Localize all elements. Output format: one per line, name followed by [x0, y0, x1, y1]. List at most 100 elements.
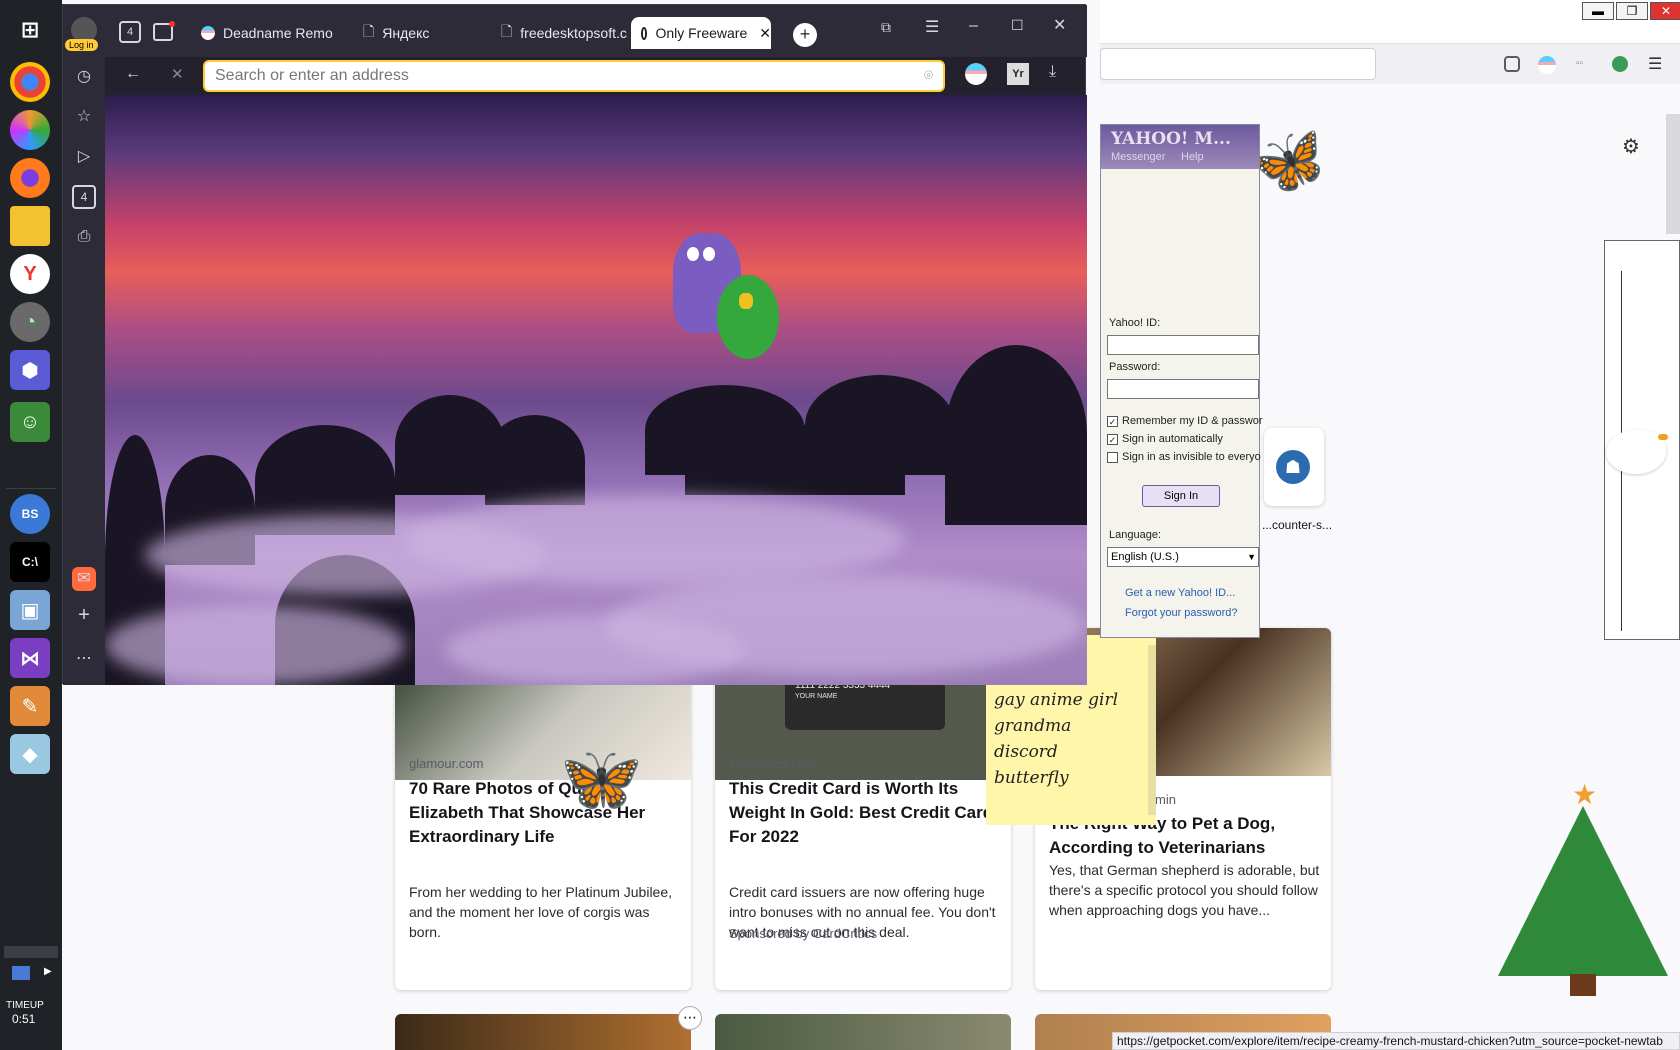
invisible-checkbox[interactable]: Sign in as invisible to everyo [1107, 451, 1261, 463]
maximize-icon[interactable]: ☐ [1011, 17, 1024, 34]
yandex-browser-window[interactable]: Log in 4 Deadname Remo 🗋 Яндекс 🗋 freede… [62, 4, 1087, 685]
menu-icon[interactable]: ☰ [925, 17, 939, 37]
story-card-5[interactable] [715, 1014, 1011, 1050]
extension-icon[interactable]: Yr [1007, 63, 1029, 85]
language-select[interactable]: English (U.S.) ▼ [1107, 547, 1259, 567]
yahoo-messenger-window[interactable]: YAHOO! M... Messenger Help Yahoo! ID: Pa… [1100, 124, 1263, 638]
firefox-icon[interactable] [10, 158, 50, 198]
minimize-icon[interactable]: – [969, 17, 978, 35]
stop-icon[interactable]: ✕ [171, 65, 184, 83]
forgot-password-link[interactable]: Forgot your password? [1125, 607, 1238, 619]
add-panel-icon[interactable]: + [72, 603, 96, 627]
close-window-icon[interactable]: ✕ [1053, 15, 1066, 35]
yahoo-logo: YAHOO! M... [1111, 129, 1231, 149]
pocket-icon[interactable] [1504, 56, 1520, 72]
menu-messenger[interactable]: Messenger [1111, 151, 1165, 163]
file-explorer-icon[interactable] [10, 206, 50, 246]
history-icon[interactable]: ◷ [72, 65, 96, 89]
terminal-icon[interactable]: C:\ [10, 542, 50, 582]
camera-search-icon[interactable]: ⌾ [924, 62, 933, 90]
story-description: Yes, that German shepherd is adorable, b… [1049, 862, 1320, 918]
story-description: From her wedding to her Platinum Jubilee… [409, 884, 673, 940]
sign-in-button[interactable]: Sign In [1142, 485, 1220, 507]
sticky-scrollbar[interactable] [1148, 645, 1156, 815]
story-title[interactable]: 70 Rare Photos of Queen Elizabeth That S… [409, 777, 684, 849]
tray-icon[interactable] [12, 966, 30, 980]
remember-checkbox[interactable]: ✓ Remember my ID & passwor [1107, 415, 1263, 427]
new-tab-button[interactable]: + [793, 23, 817, 47]
menu-help[interactable]: Help [1181, 151, 1204, 163]
shortcut-tile[interactable]: ☗ [1264, 428, 1324, 506]
menu-icon[interactable]: ☰ [1648, 54, 1666, 73]
minimize-button[interactable]: ▬ [1582, 2, 1614, 20]
sticky-line: grandma [994, 716, 1072, 736]
screenshot-icon[interactable]: ⎙ [72, 225, 96, 249]
story-source: cardcritics.com [729, 756, 816, 771]
bookmarks-icon[interactable]: ⧉ [881, 19, 891, 36]
login-badge[interactable]: Log in [65, 39, 98, 51]
yandex-icon[interactable]: Y [10, 254, 50, 294]
close-button[interactable]: ✕ [1650, 2, 1680, 20]
tab-label: Яндекс [382, 25, 430, 41]
extension-flag-icon[interactable] [1538, 56, 1556, 74]
password-input[interactable] [1107, 379, 1259, 399]
sticky-line: butterfly [994, 768, 1069, 788]
card-name-text: YOUR NAME [795, 693, 838, 700]
play-icon[interactable]: ▷ [72, 145, 96, 169]
visual-studio-icon[interactable]: ⋈ [10, 638, 50, 678]
story-source: min [1155, 792, 1176, 807]
story-card-1[interactable]: glamour.com 70 Rare Photos of Queen Eliz… [395, 650, 691, 990]
trans-flag-extension-icon[interactable] [965, 63, 987, 85]
story-title[interactable]: This Credit Card is Worth Its Weight In … [729, 777, 1004, 849]
story-card-4[interactable] [395, 1014, 691, 1050]
restore-button[interactable]: ❐ [1616, 2, 1648, 20]
yahoo-id-label: Yahoo! ID: [1109, 317, 1161, 329]
password-label: Password: [1109, 361, 1161, 373]
close-tab-icon[interactable]: ✕ [759, 25, 771, 42]
remember-label: Remember my ID & passwor [1122, 415, 1263, 427]
page-icon: 🗋 [501, 23, 513, 39]
tab-1[interactable]: Deadname Remo [191, 17, 341, 49]
firefox-url-bar[interactable] [1100, 48, 1376, 80]
mail-icon[interactable]: ✉ [72, 567, 96, 591]
status-bar-url: https://getpocket.com/explore/item/recip… [1112, 1032, 1680, 1050]
paint-app-icon[interactable]: ✎ [10, 686, 50, 726]
tab-label: Only Freeware [655, 25, 748, 41]
address-bar[interactable]: Search or enter an address ⌾ [203, 60, 945, 92]
tabs-count-icon[interactable]: 4 [72, 185, 96, 209]
messenger-app-icon[interactable]: ☺ [10, 402, 50, 442]
new-tab-background [105, 95, 1087, 685]
polygon-app-icon[interactable]: ⬢ [10, 350, 50, 390]
download-icon[interactable]: ⤓ [1049, 63, 1056, 81]
network-app-icon[interactable]: ▣ [10, 590, 50, 630]
windows-start-icon[interactable]: ⊞ [10, 10, 50, 50]
scrollbar[interactable] [1666, 114, 1680, 234]
tab-4-active[interactable]: Only Freeware ✕ [631, 17, 771, 49]
extension-icon[interactable]: ▫▫ [1576, 58, 1594, 70]
taskbar-scrollbar[interactable] [4, 946, 58, 958]
back-arrow-icon[interactable]: ← [125, 65, 141, 83]
checkbox-icon: ✓ [1107, 415, 1118, 427]
taskbar: ⊞ Y ◔ ⬢ ☺ BS C:\ ▣ ⋈ ✎ ◆ ▶ TIMEUP 0:51 [0, 0, 62, 1050]
tab-2[interactable]: 🗋 Яндекс [353, 17, 483, 49]
more-options-icon[interactable]: ⋯ [678, 1006, 702, 1030]
trans-flag-icon [201, 26, 215, 40]
yandex-sidebar: ◷ ☆ ▷ 4 ⎙ ✉ + ⋯ [63, 57, 105, 685]
yahoo-id-input[interactable] [1107, 335, 1259, 355]
sponsor-label: Sponsored by CardCritics [729, 926, 878, 941]
glass-app-icon[interactable]: ◆ [10, 734, 50, 774]
bs-app-icon[interactable]: BS [10, 494, 50, 534]
auto-signin-checkbox[interactable]: ✓ Sign in automatically [1107, 433, 1223, 445]
speed-dial-icon[interactable]: ◔ [10, 302, 50, 342]
colorful-browser-icon[interactable] [10, 110, 50, 150]
tray-expand-icon[interactable]: ▶ [44, 966, 52, 977]
new-id-link[interactable]: Get a new Yahoo! ID... [1125, 587, 1235, 599]
story-card-2[interactable]: 1111 2222 3333 4444 YOUR NAME cardcritic… [715, 650, 1011, 990]
chrome-icon[interactable] [10, 62, 50, 102]
tab-count-icon[interactable]: 4 [119, 21, 141, 43]
settings-gear-icon[interactable]: ⚙ [1622, 134, 1640, 159]
tab-3[interactable]: 🗋 freedesktopsoft.c [491, 17, 631, 49]
more-icon[interactable]: ⋯ [72, 647, 96, 671]
globe-extension-icon[interactable] [1612, 56, 1628, 72]
favorites-star-icon[interactable]: ☆ [72, 105, 96, 129]
